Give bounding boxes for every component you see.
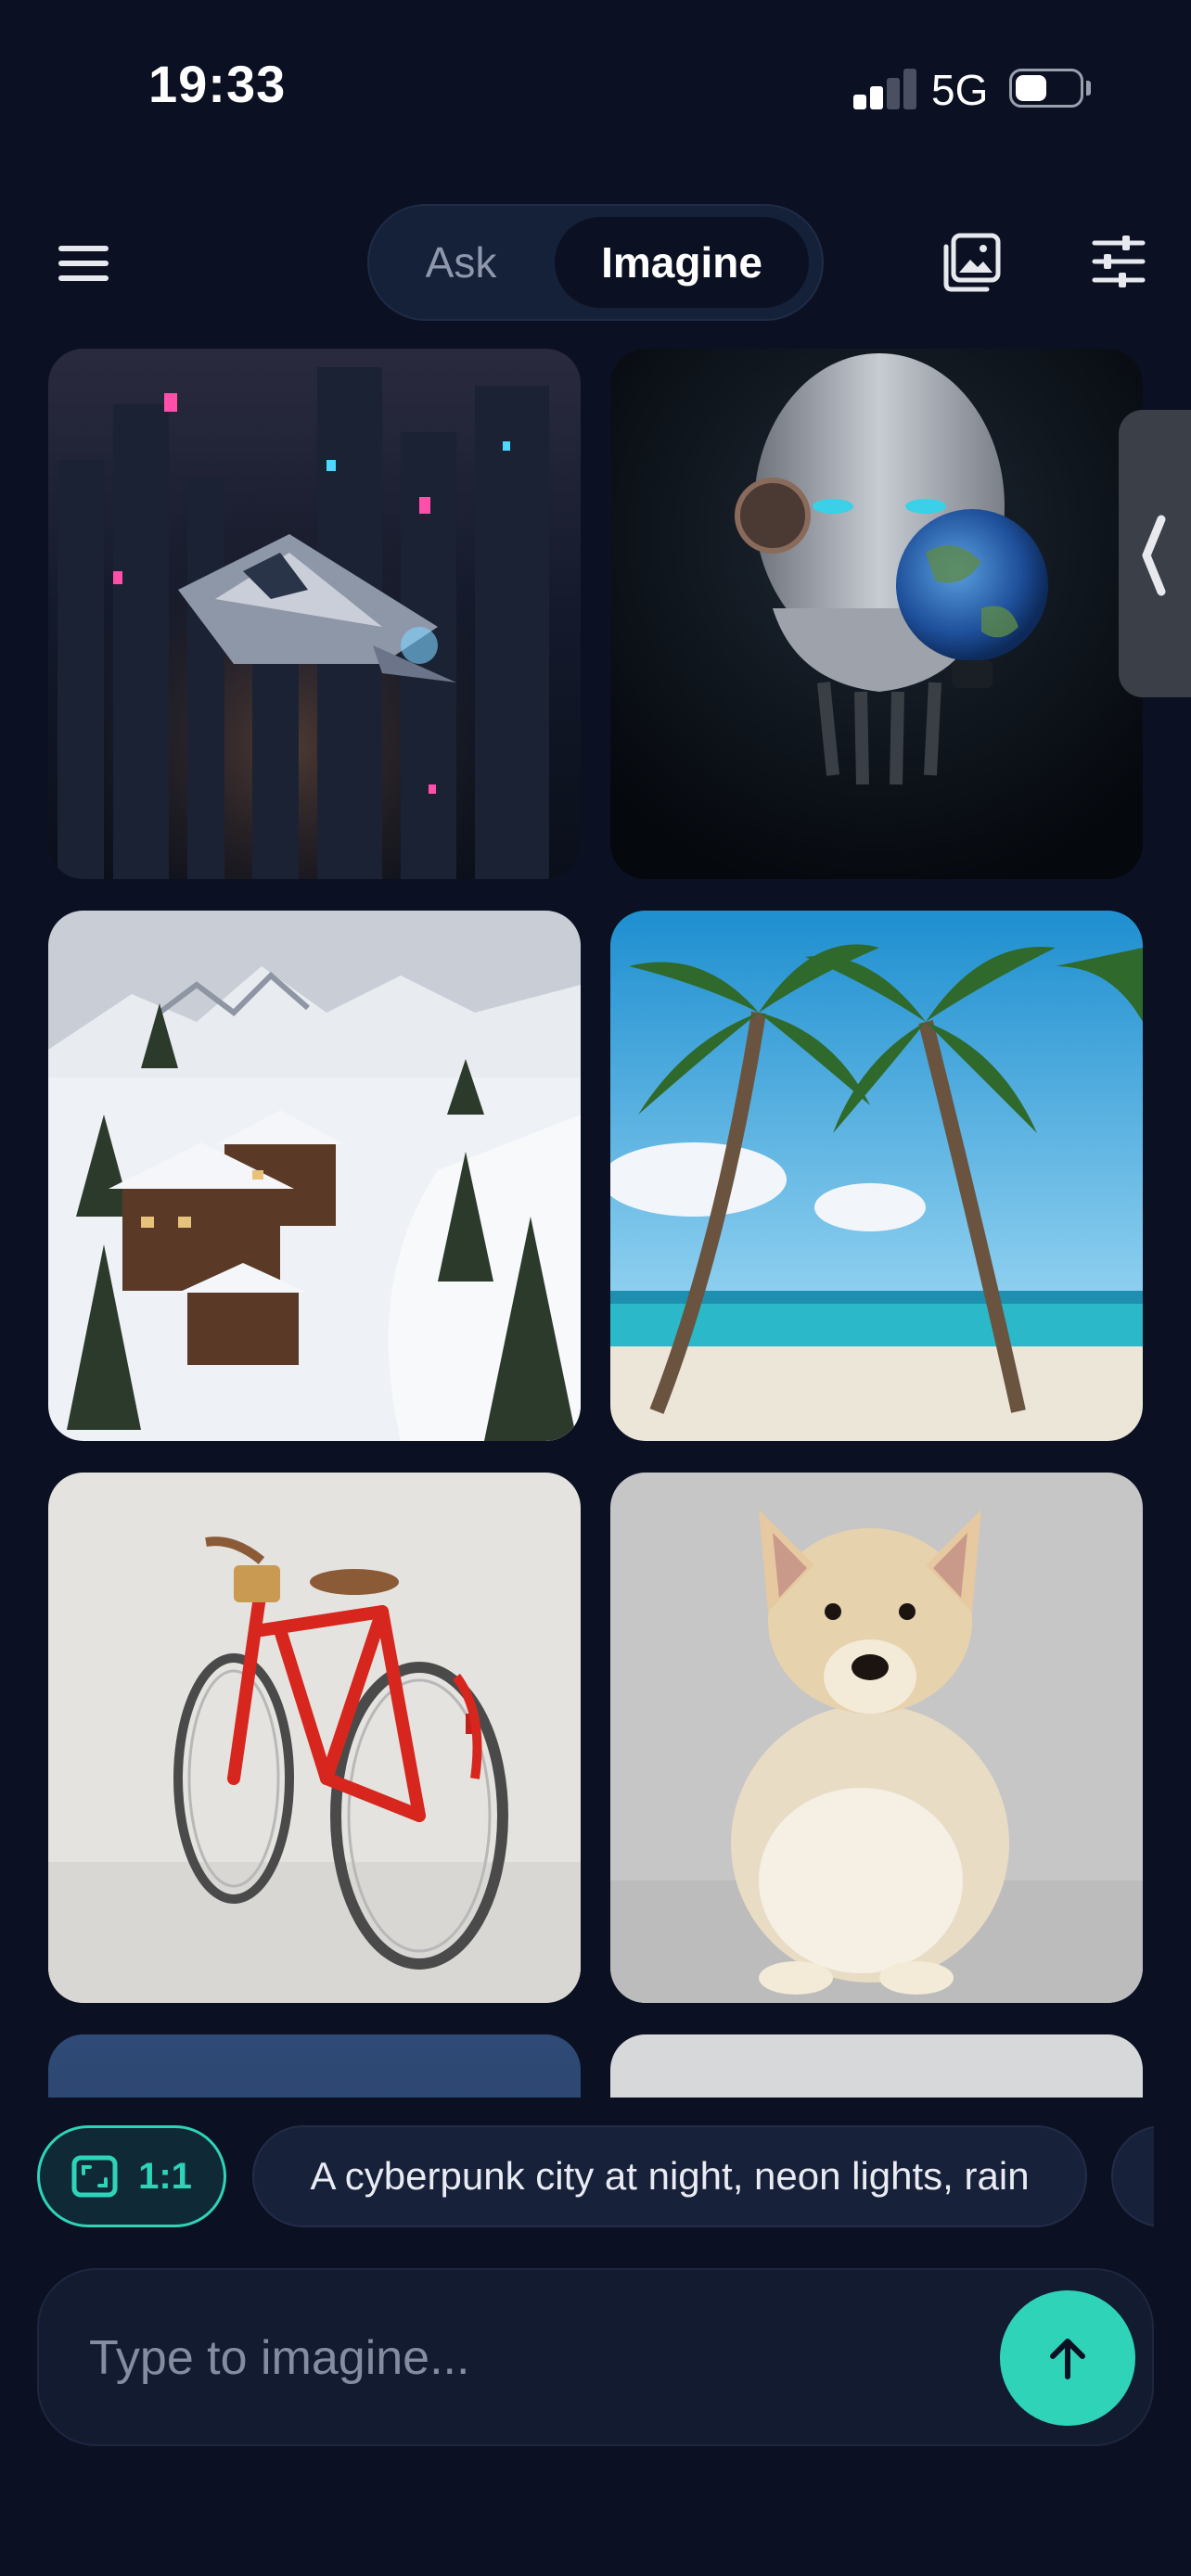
aspect-ratio-label: 1:1: [138, 2155, 192, 2197]
mode-switch: Ask Imagine: [367, 204, 824, 321]
image-tile-snowy-village[interactable]: [48, 911, 581, 1441]
imagine-prompt-input[interactable]: [89, 2307, 924, 2409]
prompt-composer: [37, 2268, 1154, 2446]
network-type: 5G: [931, 66, 989, 114]
sliders-icon[interactable]: [1091, 234, 1146, 289]
arrow-up-icon: [1050, 2339, 1085, 2379]
image-tile-partial-right[interactable]: [610, 2034, 1143, 2098]
battery-cap: [1086, 81, 1091, 96]
image-tile-puppy[interactable]: [610, 1473, 1143, 2003]
prompt-suggestion-chip[interactable]: A cyberpunk city at night, neon lights, …: [252, 2125, 1087, 2227]
image-tile-partial-left[interactable]: [48, 2034, 581, 2098]
prompt-suggestion-chip-partial[interactable]: A: [1111, 2125, 1154, 2227]
image-gallery-icon[interactable]: [941, 232, 1002, 293]
image-tile-palm-beach[interactable]: [610, 911, 1143, 1441]
cellular-signal-icon: [853, 67, 916, 109]
image-tile-robot-globe[interactable]: [610, 349, 1143, 879]
send-button[interactable]: [1000, 2290, 1135, 2426]
aspect-ratio-chip[interactable]: 1:1: [37, 2125, 226, 2227]
image-tile-spaceship-city[interactable]: [48, 349, 581, 879]
battery-level-fill: [1016, 75, 1046, 101]
status-time: 19:33: [148, 55, 287, 113]
battery-icon: [1009, 69, 1083, 108]
side-panel-handle[interactable]: [1119, 410, 1191, 697]
status-bar: 19:33 5G: [0, 0, 1191, 176]
image-tile-red-bicycle[interactable]: [48, 1473, 581, 2003]
image-grid: [48, 349, 1143, 2098]
tab-ask[interactable]: Ask: [382, 217, 540, 308]
suggestion-chip-row: 1:1 A cyberpunk city at night, neon ligh…: [37, 2123, 1154, 2231]
tab-imagine[interactable]: Imagine: [555, 217, 809, 308]
chevron-left-icon: [1142, 515, 1166, 596]
aspect-frame-icon: [71, 2155, 118, 2198]
hamburger-menu-icon[interactable]: [56, 239, 113, 287]
